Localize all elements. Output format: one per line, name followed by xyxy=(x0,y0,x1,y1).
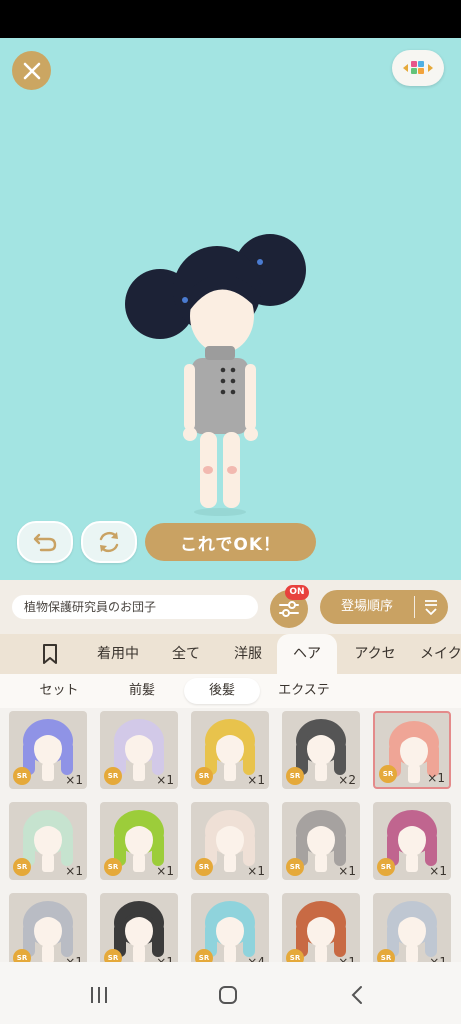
hair-item-card[interactable]: SR ×1 xyxy=(9,711,87,789)
hair-item-card[interactable]: SR ×1 xyxy=(191,711,269,789)
system-nav-bar xyxy=(0,962,461,1024)
rarity-badge: SR xyxy=(13,949,31,962)
item-quantity: ×1 xyxy=(429,864,447,878)
hair-item-card[interactable]: SR ×1 xyxy=(373,802,451,880)
hair-item-card[interactable]: SR ×1 xyxy=(282,802,360,880)
item-quantity: ×1 xyxy=(427,771,445,785)
home-icon xyxy=(219,986,237,1004)
hair-item-card[interactable]: SR ×1 xyxy=(373,893,451,962)
back-icon xyxy=(351,986,362,1004)
rarity-badge: SR xyxy=(13,858,31,876)
hair-item-card[interactable]: SR ×1 xyxy=(9,893,87,962)
recent-apps-button[interactable] xyxy=(84,980,114,1010)
item-quantity: ×1 xyxy=(65,864,83,878)
subtab-bangs[interactable]: 前髪 xyxy=(108,678,176,704)
item-quantity: ×2 xyxy=(338,773,356,787)
tab-wearing[interactable]: 着用中 xyxy=(86,634,150,674)
shuffle-button[interactable] xyxy=(81,521,137,563)
recent-apps-icon xyxy=(91,987,107,1003)
rarity-badge: SR xyxy=(379,765,397,783)
tab-all[interactable]: 全て xyxy=(160,634,212,674)
avatar-stage: これでOK！ xyxy=(0,38,461,580)
coordinate-name-field[interactable]: 植物保護研究員のお団子 xyxy=(12,595,258,619)
rarity-badge: SR xyxy=(13,767,31,785)
undo-button[interactable] xyxy=(17,521,73,563)
status-bar xyxy=(0,0,461,38)
rarity-badge: SR xyxy=(104,858,122,876)
filter-on-badge: ON xyxy=(285,585,309,600)
tab-bookmark[interactable] xyxy=(28,634,72,674)
item-quantity: ×1 xyxy=(65,773,83,787)
confirm-ok-button[interactable]: これでOK！ xyxy=(145,523,316,561)
tab-hair[interactable]: ヘア xyxy=(277,634,337,674)
hair-subtabs: セット 前髪 後髪 エクステ xyxy=(0,674,461,708)
close-icon xyxy=(23,62,40,79)
item-quantity: ×4 xyxy=(247,955,265,962)
hair-item-card[interactable]: SR ×1 xyxy=(282,893,360,962)
hair-item-card[interactable]: SR ×1 xyxy=(100,893,178,962)
rarity-badge: SR xyxy=(104,767,122,785)
coordinate-toolbar: 植物保護研究員のお団子 ON 登場順序 xyxy=(0,580,461,634)
close-button[interactable] xyxy=(12,51,51,90)
back-button[interactable] xyxy=(342,980,372,1010)
tab-clothes[interactable]: 洋服 xyxy=(222,634,274,674)
refresh-icon xyxy=(99,531,119,553)
color-blocks-icon xyxy=(403,61,433,74)
item-quantity: ×1 xyxy=(65,955,83,962)
item-quantity: ×1 xyxy=(156,864,174,878)
item-quantity: ×1 xyxy=(156,955,174,962)
item-quantity: ×1 xyxy=(156,773,174,787)
item-grid: SR ×1 SR ×1 SR ×1 SR ×2 SR ×1 SR ×1 SR ×1 SR ×1 SR ×1 SR ×1… xyxy=(0,708,461,962)
avatar-character xyxy=(125,234,306,516)
item-quantity: ×1 xyxy=(247,773,265,787)
hair-item-card[interactable]: SR ×1 xyxy=(191,802,269,880)
hair-item-card[interactable]: SR ×1 xyxy=(373,711,451,789)
rarity-badge: SR xyxy=(195,858,213,876)
rarity-badge: SR xyxy=(286,949,304,962)
hair-item-card[interactable]: SR ×1 xyxy=(100,802,178,880)
item-quantity: ×1 xyxy=(338,955,356,962)
hair-item-card[interactable]: SR ×1 xyxy=(100,711,178,789)
rarity-badge: SR xyxy=(286,767,304,785)
rarity-badge: SR xyxy=(195,767,213,785)
sort-down-icon xyxy=(425,600,437,615)
view-toggle-button[interactable] xyxy=(392,50,444,86)
hair-item-card[interactable]: SR ×1 xyxy=(9,802,87,880)
sort-divider xyxy=(414,596,415,618)
subtab-extensions[interactable]: エクステ xyxy=(268,678,340,704)
sliders-icon xyxy=(279,601,299,617)
home-button[interactable] xyxy=(213,980,243,1010)
rarity-badge: SR xyxy=(377,949,395,962)
item-quantity: ×1 xyxy=(247,864,265,878)
item-quantity: ×1 xyxy=(338,864,356,878)
item-quantity: ×1 xyxy=(429,955,447,962)
bookmark-icon xyxy=(43,644,57,664)
hair-item-card[interactable]: SR ×2 xyxy=(282,711,360,789)
rarity-badge: SR xyxy=(104,949,122,962)
hair-item-card[interactable]: SR ×4 xyxy=(191,893,269,962)
subtab-back-hair[interactable]: 後髪 xyxy=(184,678,260,704)
rarity-badge: SR xyxy=(377,858,395,876)
tab-makeup[interactable]: メイク xyxy=(420,634,461,674)
rarity-badge: SR xyxy=(286,858,304,876)
tab-accessories[interactable]: アクセ xyxy=(344,634,406,674)
subtab-set[interactable]: セット xyxy=(22,678,96,704)
undo-icon xyxy=(33,533,57,552)
rarity-badge: SR xyxy=(195,949,213,962)
sort-order-button[interactable]: 登場順序 xyxy=(320,590,448,624)
sort-order-label: 登場順序 xyxy=(340,599,393,614)
category-tabs: 着用中 全て 洋服 ヘア アクセ メイク xyxy=(0,634,461,674)
